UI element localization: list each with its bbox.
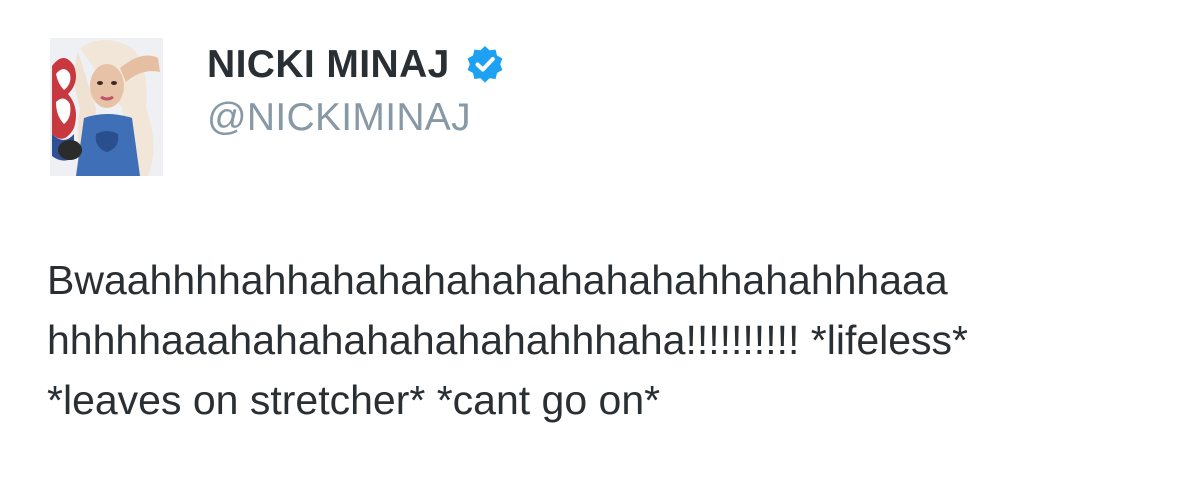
author-name-row: NICKI MINAJ [207, 42, 506, 88]
author-handle[interactable]: @NICKIMINAJ [207, 95, 471, 141]
tweet-card: NICKI MINAJ @NICKIMINAJ Bwaahhhhahhahaha… [0, 0, 1200, 486]
tweet-text-line: *leaves on stretcher* *cant go on* [47, 377, 661, 423]
tweet-text-line: Bwaahhhhahhahahahahahahahahahhahahhhaaa [47, 257, 948, 303]
author-display-name[interactable]: NICKI MINAJ [207, 42, 450, 88]
tweet-text-line: hhhhhaaahahahahahahahahhhaha!!!!!!!!!! *… [47, 317, 968, 363]
avatar-image [50, 38, 163, 176]
profile-avatar[interactable] [50, 38, 163, 176]
verified-badge-icon [464, 44, 506, 86]
tweet-body: Bwaahhhhahhahahahahahahahahahhahahhhaaa … [47, 250, 1167, 430]
